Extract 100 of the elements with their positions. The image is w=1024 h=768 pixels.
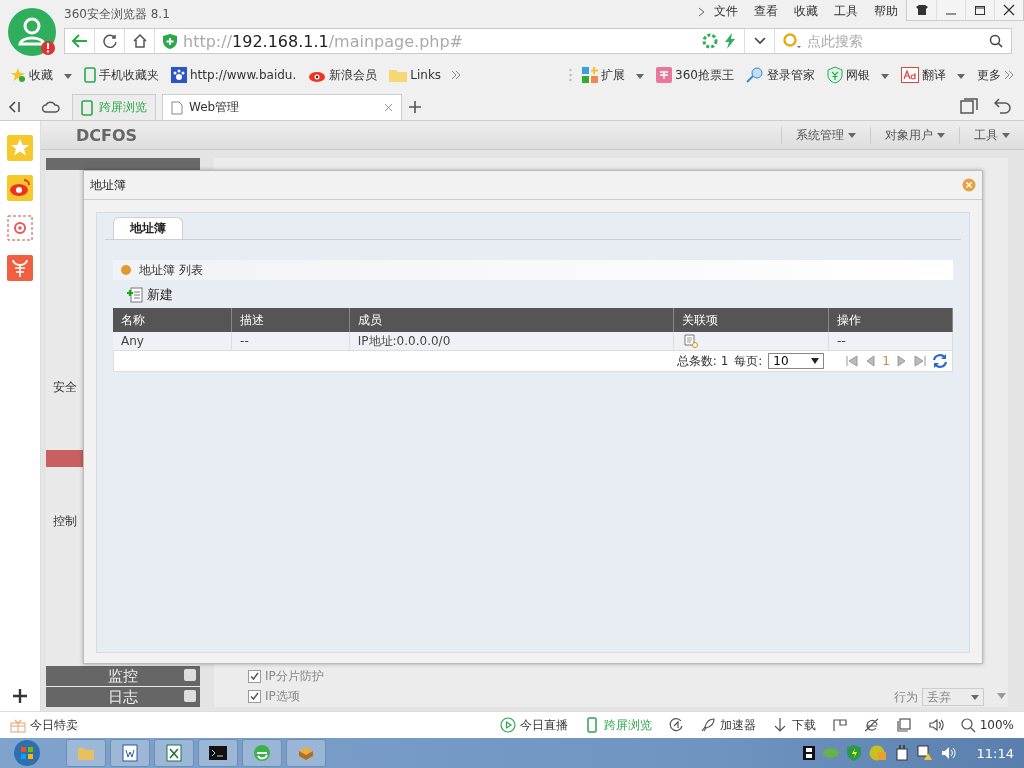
toolbar-item[interactable]: 360抢票王 [654, 66, 736, 84]
status-item[interactable]: 100% [959, 717, 1014, 733]
bookmark-item[interactable]: 新浪会员 [306, 66, 380, 84]
close-icon [962, 178, 976, 192]
new-tab-icon[interactable] [408, 100, 422, 114]
browser-tab[interactable]: Web管理 [162, 94, 402, 120]
checkbox[interactable] [248, 669, 261, 683]
key-icon [746, 67, 764, 83]
rocket-icon [699, 717, 716, 733]
speaker-icon [927, 717, 944, 733]
toolbar-item[interactable]: 登录管家 [744, 66, 817, 84]
bookmark-item[interactable]: 收藏 [8, 66, 74, 84]
sidebar-toggle-icon[interactable] [8, 101, 22, 113]
per-page-select[interactable]: 10 [768, 353, 825, 369]
shirt-icon [915, 5, 928, 15]
bookmark-item[interactable]: 手机收藏夹 [82, 66, 161, 84]
chevron-icon[interactable] [698, 6, 706, 17]
refresh-icon[interactable] [932, 353, 948, 369]
shopping-bag-icon[interactable] [7, 255, 33, 281]
menu-item[interactable]: 文件 [706, 3, 746, 20]
page-icon [171, 100, 183, 115]
document-icon[interactable] [683, 334, 698, 348]
menu-item[interactable]: 帮助 [866, 3, 906, 20]
shield-icon[interactable] [846, 745, 861, 761]
first-page-icon[interactable] [846, 355, 859, 367]
folder-taskbar-button[interactable] [66, 739, 106, 767]
checkbox[interactable] [248, 689, 261, 703]
close-icon[interactable] [384, 103, 393, 112]
dialog-title: 地址簿 [90, 176, 126, 194]
menu-item[interactable]: 工具 [826, 3, 866, 20]
terminal-taskbar-button[interactable] [198, 739, 238, 767]
clock: 11:14 [976, 745, 1014, 761]
phone-icon [81, 99, 93, 116]
section-header: 地址簿 列表 [113, 260, 953, 280]
plug-icon[interactable] [894, 745, 909, 761]
menu-item[interactable]: 收藏 [786, 3, 826, 20]
bookmark-item[interactable]: http://www.baidu. [169, 67, 299, 83]
top-menu-item[interactable]: 工具 [959, 126, 1024, 144]
action-label: 行为 [894, 688, 918, 706]
window-title: 360安全浏览器 8.1 [64, 6, 170, 23]
chevron-icon[interactable] [451, 70, 462, 80]
previous-page-icon[interactable] [864, 355, 877, 367]
mail-icon[interactable] [7, 215, 33, 241]
status-item[interactable]: 下载 [771, 716, 816, 734]
minimize-icon [946, 13, 956, 15]
brand-logo: DCFOS [76, 125, 138, 145]
window-icon [895, 717, 912, 733]
nav-section-label: 控制 [52, 513, 78, 530]
flag-icon [831, 717, 848, 733]
chevron-icon [1004, 70, 1014, 80]
menu-item[interactable]: 查看 [746, 3, 786, 20]
toolbar-item[interactable]: 网银 [825, 66, 891, 84]
paw-icon [171, 67, 187, 83]
package-taskbar-button[interactable] [286, 739, 326, 767]
terminal-icon [209, 746, 227, 760]
document-taskbar-button[interactable] [110, 739, 150, 767]
scroll-down-icon[interactable] [997, 693, 1006, 699]
toolbar-item[interactable]: 扩展 [580, 66, 647, 84]
bookmark-item[interactable]: Links [387, 68, 444, 82]
total-count: 总条数: 1 [676, 352, 729, 370]
caret-icon [64, 74, 72, 79]
network-warning-icon[interactable] [916, 745, 933, 761]
add-icon[interactable] [13, 689, 27, 703]
grip-icon [569, 68, 573, 82]
folder-icon [77, 745, 95, 761]
document-icon [122, 744, 138, 762]
toolbar-item[interactable]: 更多 [975, 66, 1016, 84]
caret-icon [848, 132, 856, 138]
status-item[interactable]: 加速器 [699, 716, 756, 734]
toolbar-item[interactable]: 翻译 [899, 66, 967, 84]
windows-icon[interactable] [960, 98, 978, 114]
undo-icon[interactable] [994, 98, 1012, 114]
status-item[interactable]: 今日直播 [499, 716, 568, 734]
nav-group-header[interactable]: 监控 [46, 666, 200, 686]
column-header: 名称 [113, 308, 232, 332]
caret-icon [957, 74, 965, 79]
box-icon [297, 745, 315, 761]
checkbox-label: IP选项 [265, 687, 300, 705]
top-menu-item[interactable]: 对象用户 [870, 126, 959, 144]
cloud-icon[interactable] [42, 100, 60, 114]
spreadsheet-taskbar-button[interactable] [154, 739, 194, 767]
spreadsheet-icon [166, 744, 182, 762]
new-button[interactable]: 新建 [127, 286, 173, 304]
user-avatar-icon[interactable] [8, 8, 58, 58]
last-page-icon[interactable] [914, 355, 926, 367]
caret-icon [1002, 132, 1010, 138]
close-icon [1003, 4, 1015, 16]
phone-icon [84, 67, 96, 83]
deals-link[interactable]: 今日特卖 [10, 716, 78, 734]
top-menu-item[interactable]: 系统管理 [781, 126, 870, 144]
column-header: 成员 [349, 308, 674, 332]
caret-icon [636, 74, 645, 79]
film-icon[interactable] [802, 746, 815, 760]
dialog-tab[interactable]: 地址簿 [113, 217, 183, 239]
eye-icon[interactable] [7, 175, 33, 201]
ticket-icon [656, 67, 673, 83]
next-page-icon[interactable] [896, 355, 908, 367]
nav-group-header[interactable]: 日志 [46, 687, 200, 707]
caret-icon [971, 694, 979, 700]
speaker-icon[interactable] [940, 746, 957, 760]
